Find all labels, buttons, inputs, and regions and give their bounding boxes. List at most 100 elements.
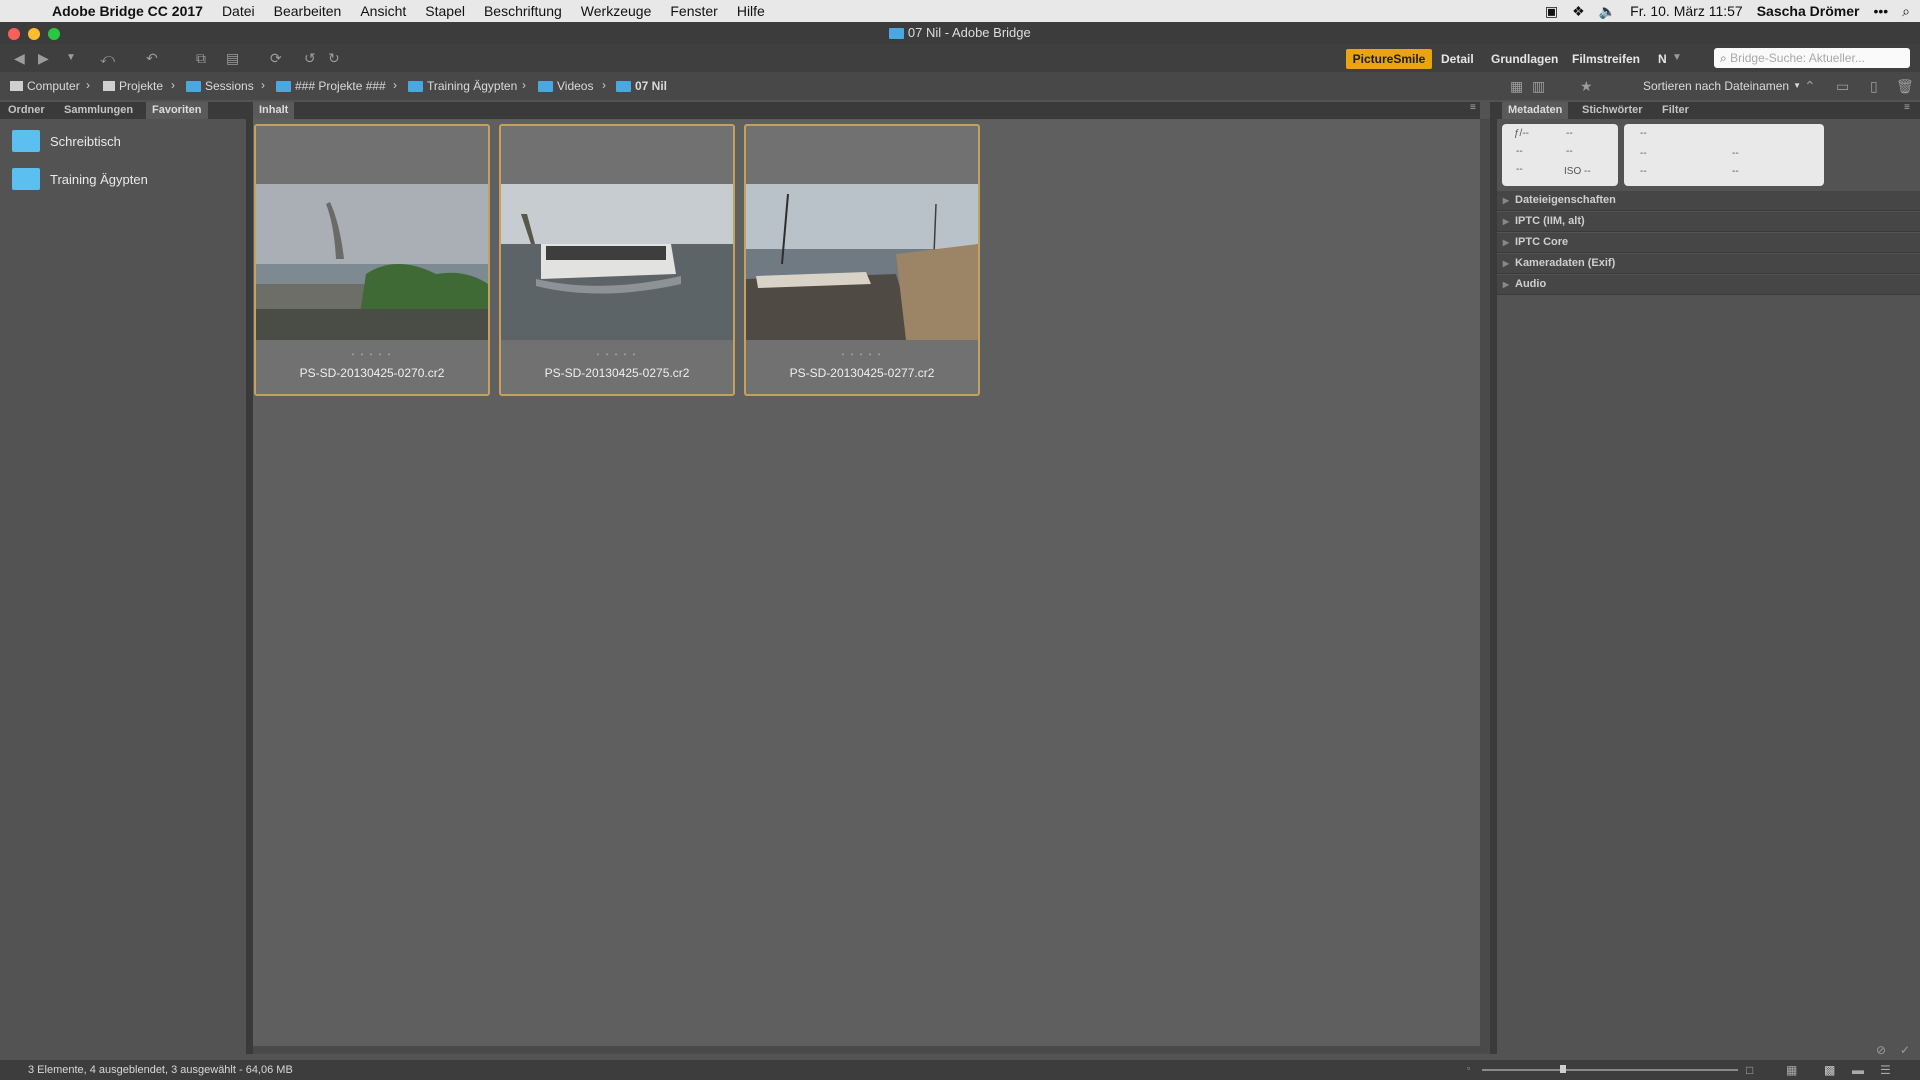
status-text: 3 Elemente, 4 ausgeblendet, 3 ausgewählt… [28, 1064, 293, 1076]
tab-inhalt[interactable]: Inhalt [253, 102, 295, 119]
breadcrumb-07-nil[interactable]: 07 Nil [616, 78, 667, 94]
close-window-button[interactable] [8, 28, 20, 40]
camera-value: -- [1640, 148, 1647, 159]
tab-stichwoerter[interactable]: Stichwörter [1576, 102, 1649, 119]
thumbnail-filename[interactable]: PS-SD-20130425-0275.cr2 [501, 366, 733, 380]
breadcrumb-sessions[interactable]: Sessions [186, 78, 254, 94]
zoom-in-icon[interactable]: □ [1746, 1063, 1753, 1077]
volume-icon[interactable]: 🔈 [1599, 3, 1616, 20]
thumbnail-card[interactable]: • • • • • PS-SD-20130425-0275.cr2 [499, 124, 735, 396]
new-folder-icon[interactable]: ▯ [1870, 78, 1878, 94]
thumbnail-size-slider[interactable] [1482, 1069, 1738, 1071]
workspace-picturesmile[interactable]: PictureSmile [1346, 49, 1432, 69]
tab-ordner[interactable]: Ordner [2, 102, 51, 119]
workspace-detail[interactable]: Detail [1441, 49, 1474, 69]
section-audio[interactable]: ▶ Audio [1497, 275, 1920, 295]
reveal-recent-icon[interactable]: ↶ [146, 50, 158, 66]
trash-icon[interactable]: 🗑 [1896, 78, 1914, 94]
grid-lock-icon[interactable]: ▦ [1786, 1063, 1797, 1077]
details-view-icon[interactable]: ▬ [1852, 1063, 1864, 1077]
menu-bearbeiten[interactable]: Bearbeiten [274, 3, 342, 19]
tab-metadaten[interactable]: Metadaten [1502, 102, 1569, 119]
breadcrumb-projekte[interactable]: Projekte [103, 78, 163, 94]
panel-divider[interactable] [1490, 102, 1497, 1054]
vertical-scrollbar[interactable] [1480, 119, 1490, 1054]
menu-datei[interactable]: Datei [222, 3, 255, 19]
thumbnail-quality-icon[interactable]: ▦ [1510, 78, 1523, 94]
view-options-icon[interactable]: ▥ [1532, 78, 1545, 94]
workspace-grundlagen[interactable]: Grundlagen [1491, 49, 1558, 69]
window-titlebar: 07 Nil - Adobe Bridge [0, 22, 1920, 44]
section-kameradaten[interactable]: ▶ Kameradaten (Exif) [1497, 254, 1920, 274]
panel-divider[interactable] [246, 102, 253, 1054]
panel-menu-icon[interactable]: ≡ [1470, 102, 1476, 113]
search-placeholder: Bridge-Suche: Aktueller... [1730, 51, 1865, 65]
menu-stapel[interactable]: Stapel [425, 3, 465, 19]
spotlight-search-icon[interactable]: ⌕ [1902, 3, 1910, 20]
slider-thumb[interactable] [1560, 1065, 1566, 1073]
folder-icon [616, 80, 631, 92]
zoom-out-icon[interactable]: ▫ [1467, 1063, 1470, 1073]
user-name[interactable]: Sascha Drömer [1757, 3, 1860, 19]
zoom-window-button[interactable] [48, 28, 60, 40]
thumbnail-view-icon[interactable]: ▩ [1824, 1063, 1835, 1077]
screen-recording-icon[interactable]: ▣ [1545, 3, 1558, 20]
disclosure-triangle-icon: ▶ [1502, 217, 1510, 226]
thumbnail-filename[interactable]: PS-SD-20130425-0270.cr2 [256, 366, 488, 380]
breadcrumb-videos[interactable]: Videos [538, 78, 593, 94]
rotate-left-icon[interactable]: ↺ [304, 50, 316, 66]
section-iptc-iim[interactable]: ▶ IPTC (IIM, alt) [1497, 212, 1920, 232]
app-menu[interactable]: Adobe Bridge CC 2017 [52, 3, 203, 19]
exposure-value: -- [1516, 164, 1523, 175]
panel-menu-icon[interactable]: ≡ [1904, 102, 1910, 113]
refine-icon[interactable]: ▤ [226, 50, 239, 66]
check-icon[interactable]: ✓ [1900, 1042, 1910, 1058]
system-menubar: Adobe Bridge CC 2017 Datei Bearbeiten An… [0, 0, 1920, 22]
menu-ansicht[interactable]: Ansicht [360, 3, 406, 19]
open-recent-folder-icon[interactable]: ▭ [1836, 78, 1849, 94]
rating-dots[interactable]: • • • • • [746, 350, 978, 359]
camera-import-icon[interactable]: ⧉ [196, 50, 206, 66]
tab-sammlungen[interactable]: Sammlungen [58, 102, 139, 119]
workspace-more[interactable]: N [1658, 49, 1667, 69]
rating-filter-icon[interactable]: ★ [1580, 78, 1593, 94]
tab-favoriten[interactable]: Favoriten [146, 102, 208, 119]
no-entry-icon[interactable]: ⊘ [1876, 1042, 1886, 1058]
go-parent-icon[interactable]: ⤺ [100, 50, 115, 66]
back-icon[interactable]: ◀ [14, 50, 25, 66]
dropbox-icon[interactable]: ❖ [1572, 3, 1585, 20]
workspace-filmstreifen[interactable]: Filmstreifen [1572, 49, 1640, 69]
forward-icon[interactable]: ▶ [38, 50, 49, 66]
minimize-window-button[interactable] [28, 28, 40, 40]
breadcrumb-projekte-hash[interactable]: ### Projekte ### [276, 78, 386, 94]
horizontal-scrollbar[interactable] [253, 1046, 1480, 1054]
section-iptc-core[interactable]: ▶ IPTC Core [1497, 233, 1920, 253]
recent-dropdown-icon[interactable]: ▼ [66, 50, 76, 66]
thumbnail-card[interactable]: • • • • • PS-SD-20130425-0270.cr2 [254, 124, 490, 396]
clock[interactable]: Fr. 10. März 11:57 [1630, 3, 1743, 19]
sort-direction-icon[interactable]: ⌃ [1804, 78, 1816, 94]
breadcrumb-computer[interactable]: Computer [10, 78, 80, 94]
camera-value: -- [1640, 166, 1647, 177]
section-dateieigenschaften[interactable]: ▶ Dateieigenschaften [1497, 191, 1920, 211]
folder-icon [12, 168, 40, 190]
open-in-camera-raw-icon[interactable]: ⟳ [270, 50, 282, 66]
thumbnail-card[interactable]: • • • • • PS-SD-20130425-0277.cr2 [744, 124, 980, 396]
rating-dots[interactable]: • • • • • [256, 350, 488, 359]
search-input[interactable]: ⌕ Bridge-Suche: Aktueller... [1714, 48, 1910, 68]
menu-fenster[interactable]: Fenster [670, 3, 717, 19]
menu-hilfe[interactable]: Hilfe [737, 3, 765, 19]
tab-filter[interactable]: Filter [1656, 102, 1695, 119]
workspace-dropdown-icon[interactable]: ▼ [1672, 50, 1682, 66]
thumbnail-filename[interactable]: PS-SD-20130425-0277.cr2 [746, 366, 978, 380]
favorite-training-aegypten[interactable]: Training Ägypten [12, 168, 148, 190]
more-icon[interactable]: ••• [1873, 3, 1888, 19]
list-view-icon[interactable]: ☰ [1880, 1063, 1891, 1077]
rotate-right-icon[interactable]: ↻ [328, 50, 340, 66]
favorite-schreibtisch[interactable]: Schreibtisch [12, 130, 121, 152]
rating-dots[interactable]: • • • • • [501, 350, 733, 359]
breadcrumb-training-aegypten[interactable]: Training Ägypten [408, 78, 517, 94]
menu-werkzeuge[interactable]: Werkzeuge [581, 3, 652, 19]
sort-dropdown[interactable]: Sortieren nach Dateinamen ▼ [1643, 78, 1801, 94]
menu-beschriftung[interactable]: Beschriftung [484, 3, 562, 19]
